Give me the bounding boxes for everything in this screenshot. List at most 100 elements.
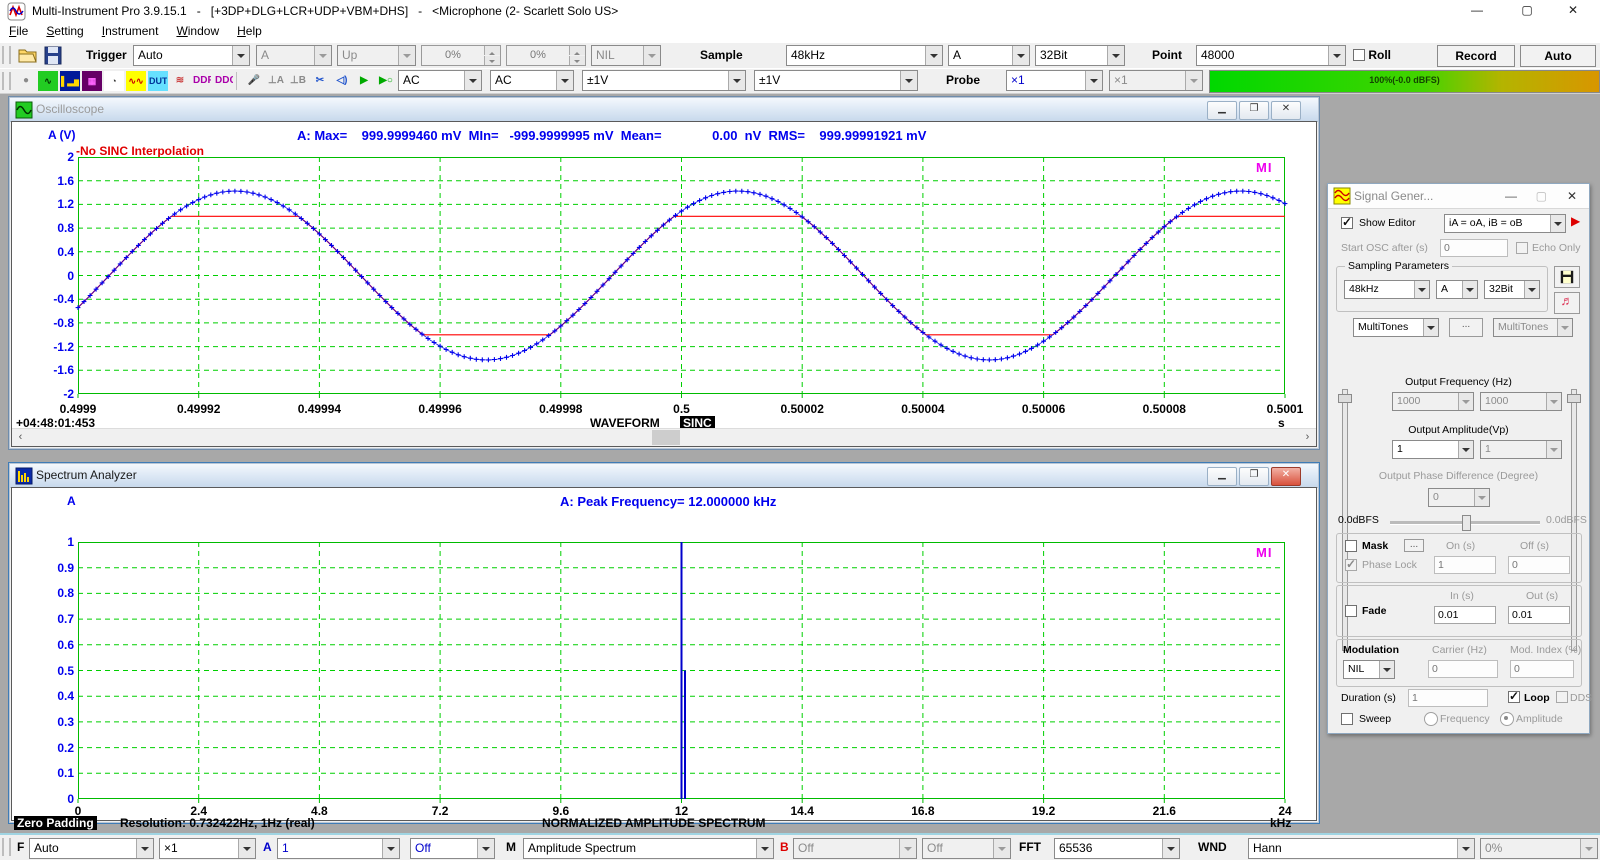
scroll-left-icon[interactable]: ‹: [12, 429, 29, 446]
fft-size-select[interactable]: 65536: [1054, 838, 1180, 859]
spectrum-close-button[interactable]: ✕: [1271, 467, 1301, 486]
toolbar-grip[interactable]: [2, 46, 11, 64]
balance-slider[interactable]: [1390, 521, 1540, 525]
point-count-select[interactable]: 48000: [1196, 45, 1346, 66]
siggen-minimize-button[interactable]: —: [1505, 189, 1517, 203]
mask-browse-button[interactable]: ...: [1404, 539, 1424, 552]
spectrum-restore-button[interactable]: ❐: [1239, 467, 1269, 486]
fade-checkbox[interactable]: [1345, 604, 1357, 618]
sample-rate-select[interactable]: 48kHz: [786, 45, 943, 66]
record-indicator-icon[interactable]: ●: [16, 71, 36, 91]
persist-a-select[interactable]: Off: [410, 838, 495, 859]
toolbar-row-2: ●∿▌▂▅▦◔∿∿DUT≋DDPDDC 🎤⊥A⊥B✂◁)▶▶○ AC AC ±1V…: [0, 68, 1600, 94]
window-fn-select[interactable]: Hann: [1248, 838, 1475, 859]
scope-plot[interactable]: [78, 157, 1285, 394]
signal-generator-icon[interactable]: ∿∿: [126, 71, 146, 91]
trigger-mode-select[interactable]: Auto: [133, 45, 250, 66]
fade-in-input[interactable]: 0.01: [1434, 606, 1496, 624]
oscilloscope-close-button[interactable]: ✕: [1271, 101, 1301, 120]
zero-padding-badge[interactable]: Zero Padding: [14, 816, 97, 830]
scroll-thumb[interactable]: [652, 430, 680, 445]
show-editor-checkbox[interactable]: [1341, 216, 1353, 230]
signal-generator-titlebar[interactable]: Signal Gener... — ▢ ✕: [1328, 184, 1589, 209]
siggen-score-button[interactable]: ♬: [1554, 292, 1580, 314]
scroll-right-icon[interactable]: ›: [1299, 429, 1316, 446]
slider-thumb[interactable]: [1567, 394, 1581, 403]
spin-up-icon[interactable]: [484, 46, 500, 55]
app-maximize-button[interactable]: ▢: [1504, 0, 1550, 22]
coupling-a-select[interactable]: AC: [398, 70, 482, 91]
x-tick-0.5001: 0.5001: [1267, 402, 1304, 416]
sweep-amplitude-label: Amplitude: [1516, 713, 1563, 725]
fade-out-input[interactable]: 0.01: [1508, 606, 1570, 624]
multimeter-icon[interactable]: ◔: [104, 71, 124, 91]
ddc-icon[interactable]: DDC: [214, 71, 234, 91]
multi-instrument-icon[interactable]: ▦: [82, 71, 102, 91]
slider-thumb[interactable]: [1462, 515, 1471, 531]
wave-browse-button[interactable]: ...: [1449, 318, 1483, 337]
scope-hscrollbar[interactable]: ‹ ›: [12, 428, 1316, 446]
run-icon[interactable]: ▶: [354, 71, 374, 91]
toolbar-grip[interactable]: [2, 838, 11, 856]
ground-b-icon[interactable]: ⊥B: [288, 71, 308, 91]
save-icon[interactable]: [44, 46, 62, 65]
derived-data-curve-icon[interactable]: ≋: [170, 71, 190, 91]
menu-file[interactable]: File: [0, 22, 37, 40]
auto-button[interactable]: Auto: [1520, 45, 1596, 67]
sample-channel-select[interactable]: A: [948, 45, 1030, 66]
roll-checkbox-box[interactable]: [1353, 49, 1365, 61]
ddp-viewer-icon[interactable]: DDP: [192, 71, 212, 91]
oscilloscope-icon[interactable]: ∿: [38, 71, 58, 91]
app-close-button[interactable]: ✕: [1550, 0, 1596, 22]
oscilloscope-restore-button[interactable]: ❐: [1239, 101, 1269, 120]
device-test-plan-icon[interactable]: DUT: [148, 71, 168, 91]
coupling-b-select[interactable]: AC: [490, 70, 574, 91]
oscilloscope-minimize-button[interactable]: ▁: [1207, 101, 1237, 120]
freq-axis-select[interactable]: Auto: [29, 838, 154, 859]
spectrum-minimize-button[interactable]: ▁: [1207, 467, 1237, 486]
spectrum-analyzer-icon[interactable]: ▌▂▅: [60, 71, 80, 91]
spin-down-icon[interactable]: [569, 56, 585, 65]
sweep-checkbox[interactable]: [1341, 712, 1353, 726]
amp-a-select[interactable]: 1: [1392, 440, 1474, 459]
siggen-close-button[interactable]: ✕: [1567, 189, 1577, 203]
open-file-icon[interactable]: [18, 46, 38, 65]
spectrum-titlebar[interactable]: Spectrum Analyzer ▁ ❐ ✕: [10, 464, 1318, 488]
probe-calibration-icon[interactable]: ✂: [310, 71, 330, 91]
siggen-save-button[interactable]: [1554, 266, 1580, 288]
spectrum-plot[interactable]: [78, 542, 1285, 799]
mic-icon[interactable]: 🎤: [244, 71, 264, 91]
siggen-bits-select[interactable]: 32Bit: [1484, 280, 1540, 299]
sound-output-icon[interactable]: ◁): [332, 71, 352, 91]
loop-checkbox[interactable]: [1508, 690, 1520, 704]
probe-a-select[interactable]: ×1: [1006, 70, 1103, 91]
mode-select[interactable]: Amplitude Spectrum: [523, 838, 774, 859]
menu-setting[interactable]: Setting: [37, 22, 92, 40]
siggen-channel-select[interactable]: A: [1436, 280, 1478, 299]
spin-up-icon[interactable]: [569, 46, 585, 55]
modulation-select[interactable]: NIL: [1343, 660, 1395, 679]
slider-thumb[interactable]: [1338, 394, 1352, 403]
spin-down-icon[interactable]: [484, 56, 500, 65]
toolbar-grip[interactable]: [2, 72, 11, 90]
zoom-select[interactable]: ×1: [159, 838, 256, 859]
gain-a-select[interactable]: 1: [277, 838, 400, 859]
record-button[interactable]: Record: [1437, 45, 1515, 67]
roll-checkbox[interactable]: Roll: [1353, 48, 1391, 62]
menu-help[interactable]: Help: [228, 22, 271, 40]
range-b-select[interactable]: ±1V: [754, 70, 918, 91]
siggen-maximize-button[interactable]: ▢: [1536, 189, 1547, 203]
wave-a-select[interactable]: MultiTones: [1353, 318, 1439, 337]
mask-checkbox[interactable]: [1345, 539, 1357, 553]
menu-instrument[interactable]: Instrument: [93, 22, 168, 40]
app-minimize-button[interactable]: —: [1454, 0, 1500, 22]
menu-window[interactable]: Window: [167, 22, 228, 40]
sample-bits-select[interactable]: 32Bit: [1035, 45, 1125, 66]
ground-a-icon[interactable]: ⊥A: [266, 71, 286, 91]
range-a-select[interactable]: ±1V: [582, 70, 746, 91]
siggen-run-button[interactable]: ▶: [1571, 214, 1586, 231]
siggen-sample-rate-select[interactable]: 48kHz: [1344, 280, 1430, 299]
oscilloscope-titlebar[interactable]: Oscilloscope ▁ ❐ ✕: [10, 98, 1318, 122]
run-loop-icon[interactable]: ▶○: [376, 71, 396, 91]
routing-select[interactable]: iA = oA, iB = oB: [1444, 214, 1566, 233]
